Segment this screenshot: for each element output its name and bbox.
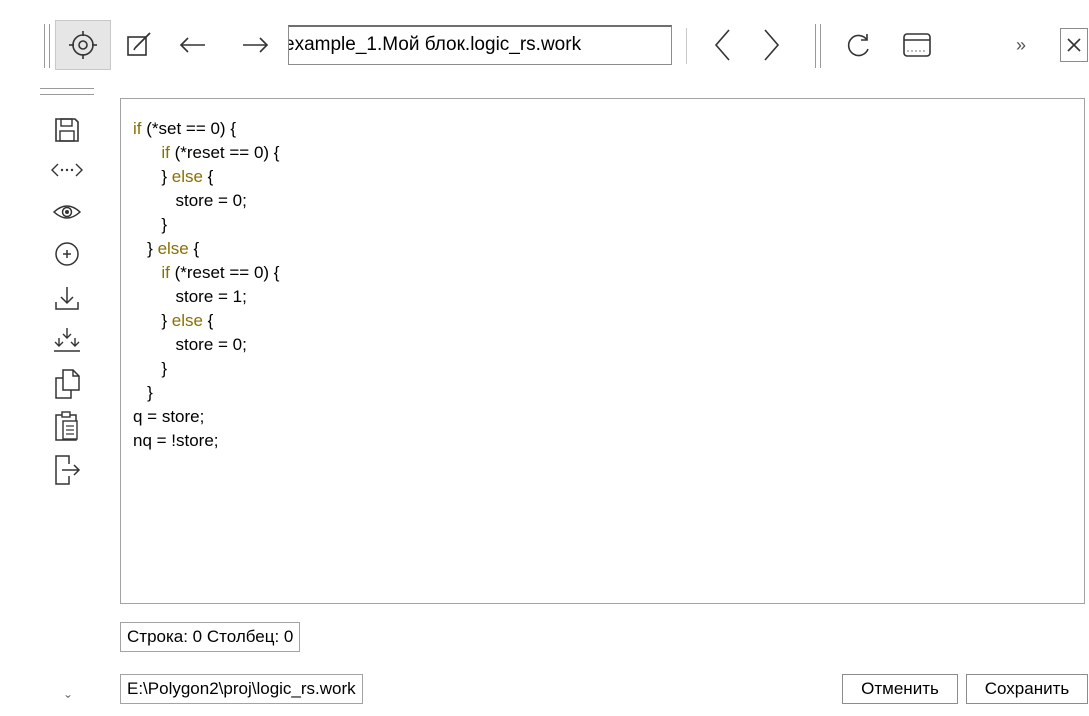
code-segment: } xyxy=(133,359,168,378)
code-line: } else { xyxy=(133,165,279,189)
code-keyword: if xyxy=(161,263,170,282)
toolbar-separator xyxy=(686,28,687,64)
download-button[interactable] xyxy=(44,278,90,318)
code-line: if (*reset == 0) { xyxy=(133,261,279,285)
cancel-button[interactable]: Отменить xyxy=(842,674,958,704)
eye-icon xyxy=(52,205,82,219)
code-line: q = store; xyxy=(133,405,279,429)
code-segment: (*reset == 0) { xyxy=(169,263,280,282)
exit-button[interactable] xyxy=(44,450,90,490)
next-button[interactable] xyxy=(750,24,792,66)
code-text: if (*set == 0) { if (*reset == 0) { } el… xyxy=(133,117,279,453)
target-icon xyxy=(69,31,97,59)
close-icon xyxy=(1067,38,1081,52)
code-segment: nq = !store; xyxy=(133,431,219,450)
window-icon xyxy=(903,33,931,57)
toolbar-grip-2[interactable] xyxy=(815,24,821,68)
code-segment: store = 0; xyxy=(133,191,247,210)
path-input[interactable]: example_1.Мой блок.logic_rs.work xyxy=(288,25,672,65)
refresh-icon xyxy=(847,34,869,57)
refresh-button[interactable] xyxy=(838,24,880,66)
code-line: store = 0; xyxy=(133,189,279,213)
chevron-right-icon xyxy=(764,29,780,61)
overflow-button[interactable]: » xyxy=(1008,30,1034,60)
code-segment: } xyxy=(133,311,172,330)
code-editor[interactable]: if (*set == 0) { if (*reset == 0) { } el… xyxy=(120,98,1085,604)
overflow-icon: » xyxy=(1015,34,1026,55)
save-button[interactable]: Сохранить xyxy=(966,674,1088,704)
download-icon xyxy=(55,287,79,310)
path-input-value: example_1.Мой блок.logic_rs.work xyxy=(288,34,582,55)
code-segment: { xyxy=(202,167,214,186)
save-icon xyxy=(55,118,79,142)
code-segment: { xyxy=(202,311,214,330)
close-button[interactable] xyxy=(1060,28,1088,62)
code-keyword: if xyxy=(133,119,142,138)
copy-icon xyxy=(55,369,80,399)
code-line: store = 0; xyxy=(133,333,279,357)
arrow-left-icon xyxy=(179,37,205,53)
left-sidebar: ˇ xyxy=(0,88,106,716)
code-segment: { xyxy=(188,239,200,258)
add-circle-icon xyxy=(55,242,79,266)
sidebar-grip[interactable] xyxy=(40,88,94,95)
target-button[interactable] xyxy=(55,20,111,70)
code-button[interactable] xyxy=(44,150,90,190)
preview-button[interactable] xyxy=(44,192,90,232)
back-button[interactable] xyxy=(170,24,216,66)
chevron-left-icon xyxy=(714,29,730,61)
code-line: store = 1; xyxy=(133,285,279,309)
code-line: nq = !store; xyxy=(133,429,279,453)
toolbar-grip[interactable] xyxy=(44,24,50,68)
import-button[interactable] xyxy=(44,320,90,360)
save-file-button[interactable] xyxy=(44,110,90,150)
file-path: E:\Polygon2\proj\logic_rs.work xyxy=(120,674,363,704)
window-button[interactable] xyxy=(896,24,938,66)
cursor-position: Строка: 0 Столбец: 0 xyxy=(120,622,301,652)
code-line: } else { xyxy=(133,237,279,261)
code-keyword: else xyxy=(157,239,189,258)
add-button[interactable] xyxy=(44,234,90,274)
code-line: } xyxy=(133,213,279,237)
code-segment: } xyxy=(133,215,168,234)
code-line: } xyxy=(133,357,279,381)
chevron-down-icon: ˇ xyxy=(65,694,71,711)
arrow-right-icon xyxy=(243,37,269,53)
code-icon xyxy=(51,163,83,177)
code-segment: store = 0; xyxy=(133,335,247,354)
prev-button[interactable] xyxy=(702,24,744,66)
file-path-text: E:\Polygon2\proj\logic_rs.work xyxy=(127,679,356,698)
code-segment: store = 1; xyxy=(133,287,247,306)
code-segment: q = store; xyxy=(133,407,205,426)
code-line: if (*set == 0) { xyxy=(133,117,279,141)
paste-button[interactable] xyxy=(44,406,90,446)
code-keyword: if xyxy=(161,143,170,162)
code-line: if (*reset == 0) { xyxy=(133,141,279,165)
cursor-position-text: Строка: 0 Столбец: 0 xyxy=(127,627,294,646)
copy-button[interactable] xyxy=(44,364,90,404)
code-keyword: else xyxy=(171,311,203,330)
code-segment: (*reset == 0) { xyxy=(169,143,280,162)
forward-button[interactable] xyxy=(232,24,278,66)
edit-icon xyxy=(127,32,151,56)
import-icon xyxy=(54,328,80,352)
exit-icon xyxy=(55,455,81,485)
code-segment: } xyxy=(133,167,172,186)
edit-button[interactable] xyxy=(118,24,160,66)
sidebar-more-button[interactable]: ˇ xyxy=(58,694,78,712)
code-line: } xyxy=(133,381,279,405)
top-toolbar: example_1.Мой блок.logic_rs.work » xyxy=(0,0,1089,88)
code-line: } else { xyxy=(133,309,279,333)
code-keyword: else xyxy=(171,167,203,186)
code-segment: } xyxy=(133,383,153,402)
paste-icon xyxy=(55,411,78,441)
code-segment: (*set == 0) { xyxy=(141,119,236,138)
code-segment: } xyxy=(133,239,158,258)
